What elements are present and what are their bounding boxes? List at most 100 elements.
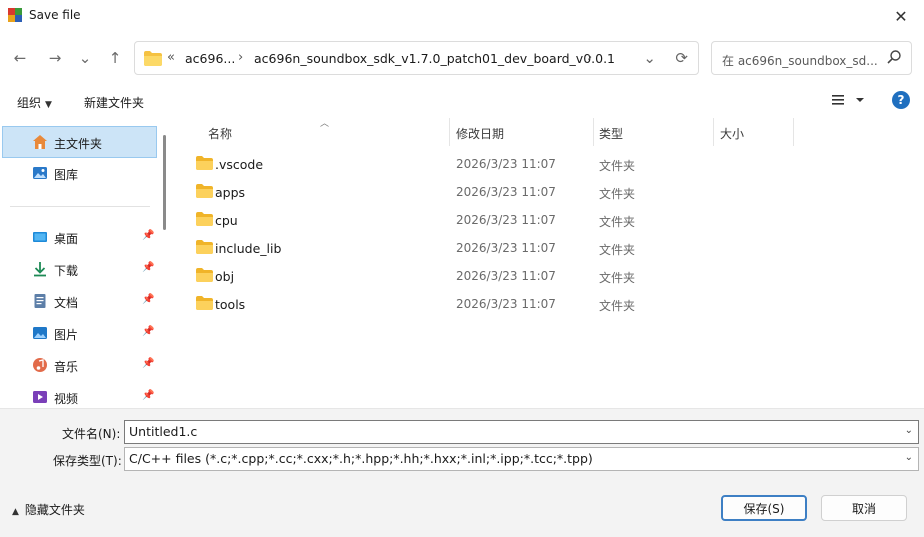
sidebar-scrollbar[interactable] — [163, 135, 166, 230]
sidebar-item-label: 下载 — [54, 264, 79, 278]
pin-icon[interactable]: 📌 — [142, 326, 154, 337]
column-header-row: ︿ 名称 修改日期 类型 大小 — [175, 118, 924, 146]
file-type: 文件夹 — [599, 299, 636, 313]
folder-icon — [196, 240, 213, 254]
file-type: 文件夹 — [599, 215, 636, 229]
filename-field[interactable]: Untitled1.c ⌄ — [124, 420, 919, 444]
column-header-type[interactable]: 类型 — [599, 125, 623, 142]
file-type: 文件夹 — [599, 187, 636, 201]
navigation-pane: 主文件夹 图库 桌面 📌 下载 📌 文档 📌 图片 📌 音乐 📌 视频 📌 — [0, 120, 175, 408]
arrow-right-icon: → — [48, 49, 62, 67]
folder-icon — [196, 212, 213, 226]
sidebar-item-music[interactable]: 音乐 📌 — [2, 349, 157, 381]
breadcrumb-overflow[interactable]: « — [167, 50, 175, 65]
breadcrumb-item[interactable]: ac696... — [185, 51, 235, 66]
video-icon — [33, 391, 47, 403]
caret-up-icon: ▲ — [12, 507, 19, 517]
file-row[interactable]: tools 2026/3/23 11:07 文件夹 — [175, 290, 924, 318]
search-icon[interactable] — [886, 49, 902, 65]
filetype-label: 保存类型(T): — [53, 454, 122, 468]
file-type: 文件夹 — [599, 271, 636, 285]
arrow-left-icon: ← — [13, 49, 27, 67]
file-row[interactable]: include_lib 2026/3/23 11:07 文件夹 — [175, 234, 924, 262]
sidebar-item-downloads[interactable]: 下载 📌 — [2, 253, 157, 285]
window-title: Save file — [29, 8, 81, 22]
sidebar-item-home[interactable]: 主文件夹 — [2, 126, 157, 158]
column-divider[interactable] — [713, 118, 714, 146]
column-header-name[interactable]: 名称 — [208, 125, 232, 142]
sidebar-item-gallery[interactable]: 图库 — [2, 157, 157, 189]
file-name: tools — [215, 297, 246, 312]
title-bar: Save file ✕ — [0, 0, 924, 32]
app-icon — [8, 8, 22, 22]
close-button[interactable]: ✕ — [878, 0, 924, 32]
file-type: 文件夹 — [599, 243, 636, 257]
folder-icon — [196, 156, 213, 170]
file-name: obj — [215, 269, 235, 284]
pin-icon[interactable]: 📌 — [142, 358, 154, 369]
hide-folders-label: 隐藏文件夹 — [24, 503, 85, 517]
cancel-button[interactable]: 取消 — [821, 495, 907, 521]
pin-icon[interactable]: 📌 — [142, 230, 154, 241]
view-options-button[interactable] — [830, 93, 868, 110]
back-button[interactable]: ← — [8, 46, 32, 70]
address-dropdown-icon[interactable]: ⌄ — [643, 49, 656, 67]
save-options-panel: 文件名(N): Untitled1.c ⌄ 保存类型(T): C/C++ fil… — [0, 408, 924, 537]
sidebar-item-videos[interactable]: 视频 📌 — [2, 381, 157, 408]
pin-icon[interactable]: 📌 — [142, 390, 154, 401]
file-type: 文件夹 — [599, 159, 636, 173]
organize-button[interactable]: 组织 ▼ — [17, 94, 52, 111]
new-folder-button[interactable]: 新建文件夹 — [84, 94, 144, 111]
column-header-modified[interactable]: 修改日期 — [456, 125, 504, 142]
navigation-bar: ← → ⌄ ↑ « ac696... › ac696n_soundbox_sdk… — [0, 40, 924, 76]
chevron-down-icon: ⌄ — [904, 452, 913, 463]
help-button[interactable]: ? — [892, 91, 910, 109]
breadcrumb-separator[interactable]: › — [238, 50, 243, 65]
arrow-up-icon: ↑ — [108, 49, 122, 67]
file-modified: 2026/3/23 11:07 — [456, 185, 556, 199]
column-divider[interactable] — [593, 118, 594, 146]
file-modified: 2026/3/23 11:07 — [456, 269, 556, 283]
file-name: .vscode — [215, 157, 264, 172]
pin-icon[interactable]: 📌 — [142, 262, 154, 273]
document-icon — [34, 294, 46, 308]
breadcrumb-separator[interactable]: › — [587, 50, 592, 65]
column-header-size[interactable]: 大小 — [720, 125, 744, 142]
sort-ascending-icon: ︿ — [320, 119, 330, 129]
pin-icon[interactable]: 📌 — [142, 294, 154, 305]
file-row[interactable]: obj 2026/3/23 11:07 文件夹 — [175, 262, 924, 290]
sidebar-item-desktop[interactable]: 桌面 📌 — [2, 221, 157, 253]
recent-locations-button[interactable]: ⌄ — [73, 46, 97, 70]
forward-button[interactable]: → — [43, 46, 67, 70]
file-modified: 2026/3/23 11:07 — [456, 157, 556, 171]
download-icon — [34, 262, 46, 277]
list-view-icon — [832, 95, 864, 105]
chevron-down-icon[interactable]: ⌄ — [905, 425, 913, 436]
save-button[interactable]: 保存(S) — [721, 495, 807, 521]
home-icon — [33, 135, 47, 149]
gallery-icon — [33, 167, 47, 179]
filetype-select[interactable]: C/C++ files (*.c;*.cpp;*.cc;*.cxx;*.h;*.… — [124, 447, 919, 471]
file-row[interactable]: .vscode 2026/3/23 11:07 文件夹 — [175, 150, 924, 178]
desktop-icon — [33, 232, 47, 242]
search-placeholder: 在 ac696n_soundbox_sd... — [722, 54, 878, 68]
address-bar[interactable]: « ac696... › ac696n_soundbox_sdk_v1.7.0_… — [134, 41, 699, 75]
search-box[interactable]: 在 ac696n_soundbox_sd... — [711, 41, 912, 75]
folder-icon — [196, 184, 213, 198]
breadcrumb-item[interactable]: ac696n_soundbox_sdk_v1.7.0_patch01_dev_b… — [254, 51, 615, 66]
file-name: include_lib — [215, 241, 282, 256]
sidebar-item-pictures[interactable]: 图片 📌 — [2, 317, 157, 349]
refresh-icon[interactable]: ⟳ — [675, 49, 688, 67]
sidebar-divider — [10, 206, 150, 207]
filename-value: Untitled1.c — [129, 424, 198, 439]
column-divider[interactable] — [793, 118, 794, 146]
sidebar-item-documents[interactable]: 文档 📌 — [2, 285, 157, 317]
column-divider[interactable] — [449, 118, 450, 146]
file-row[interactable]: cpu 2026/3/23 11:07 文件夹 — [175, 206, 924, 234]
file-list: ︿ 名称 修改日期 类型 大小 .vscode 2026/3/23 11:07 文件… — [175, 118, 924, 408]
sidebar-item-label: 图库 — [54, 168, 79, 182]
file-row[interactable]: apps 2026/3/23 11:07 文件夹 — [175, 178, 924, 206]
hide-folders-toggle[interactable]: ▲ 隐藏文件夹 — [12, 501, 85, 518]
up-button[interactable]: ↑ — [103, 46, 127, 70]
sidebar-item-label: 视频 — [54, 392, 79, 406]
